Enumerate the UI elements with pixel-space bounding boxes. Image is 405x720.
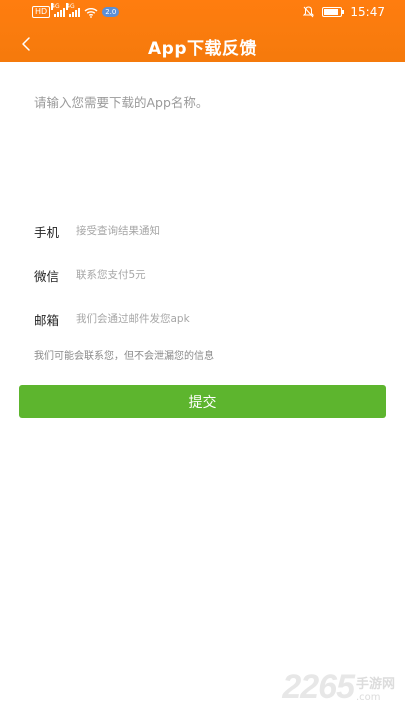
page-title: App下载反馈 [148, 39, 257, 59]
email-row: 邮箱 [34, 306, 374, 332]
watermark-number: 2265 [282, 668, 355, 706]
hd-indicator: HD [32, 6, 51, 18]
wechat-input[interactable] [76, 269, 374, 281]
status-bar: HD 4G 4G 2.0 15:47 [0, 0, 405, 26]
sim1-network-label: 4G [51, 3, 60, 10]
email-input[interactable] [76, 313, 374, 325]
signal-icon: 4G [51, 3, 66, 17]
wifi-icon [84, 7, 98, 18]
wechat-row: 微信 [34, 262, 374, 288]
signal-icon-2: 4G [66, 3, 81, 17]
watermark-logo: 2265 手游网 .com [282, 668, 395, 707]
status-right-group: 15:47 [303, 5, 385, 19]
status-time: 15:47 [350, 5, 385, 19]
watermark-text: 手游网 [355, 676, 395, 692]
email-label: 邮箱 [34, 312, 60, 328]
privacy-note: 我们可能会联系您，但不会泄漏您的信息 [34, 351, 214, 362]
wechat-label: 微信 [34, 268, 60, 284]
app-name-textarea[interactable] [34, 92, 374, 192]
status-left-group: HD 4G 4G 2.0 [32, 3, 120, 18]
notification-badge: 2.0 [102, 7, 120, 17]
sim2-network-label: 4G [66, 3, 75, 10]
battery-fill [324, 9, 339, 15]
battery-icon [322, 7, 345, 17]
phone-input[interactable] [76, 225, 374, 237]
bell-off-icon [303, 6, 315, 18]
phone-label: 手机 [34, 224, 60, 240]
submit-button[interactable]: 提交 [19, 385, 386, 418]
watermark-domain: .com [355, 691, 381, 703]
phone-row: 手机 [34, 218, 374, 244]
watermark-text-group: 手游网 .com [356, 673, 395, 703]
navbar: App下载反馈 [0, 26, 405, 62]
app-header: HD 4G 4G 2.0 15:47 App下载反馈 [0, 0, 405, 62]
